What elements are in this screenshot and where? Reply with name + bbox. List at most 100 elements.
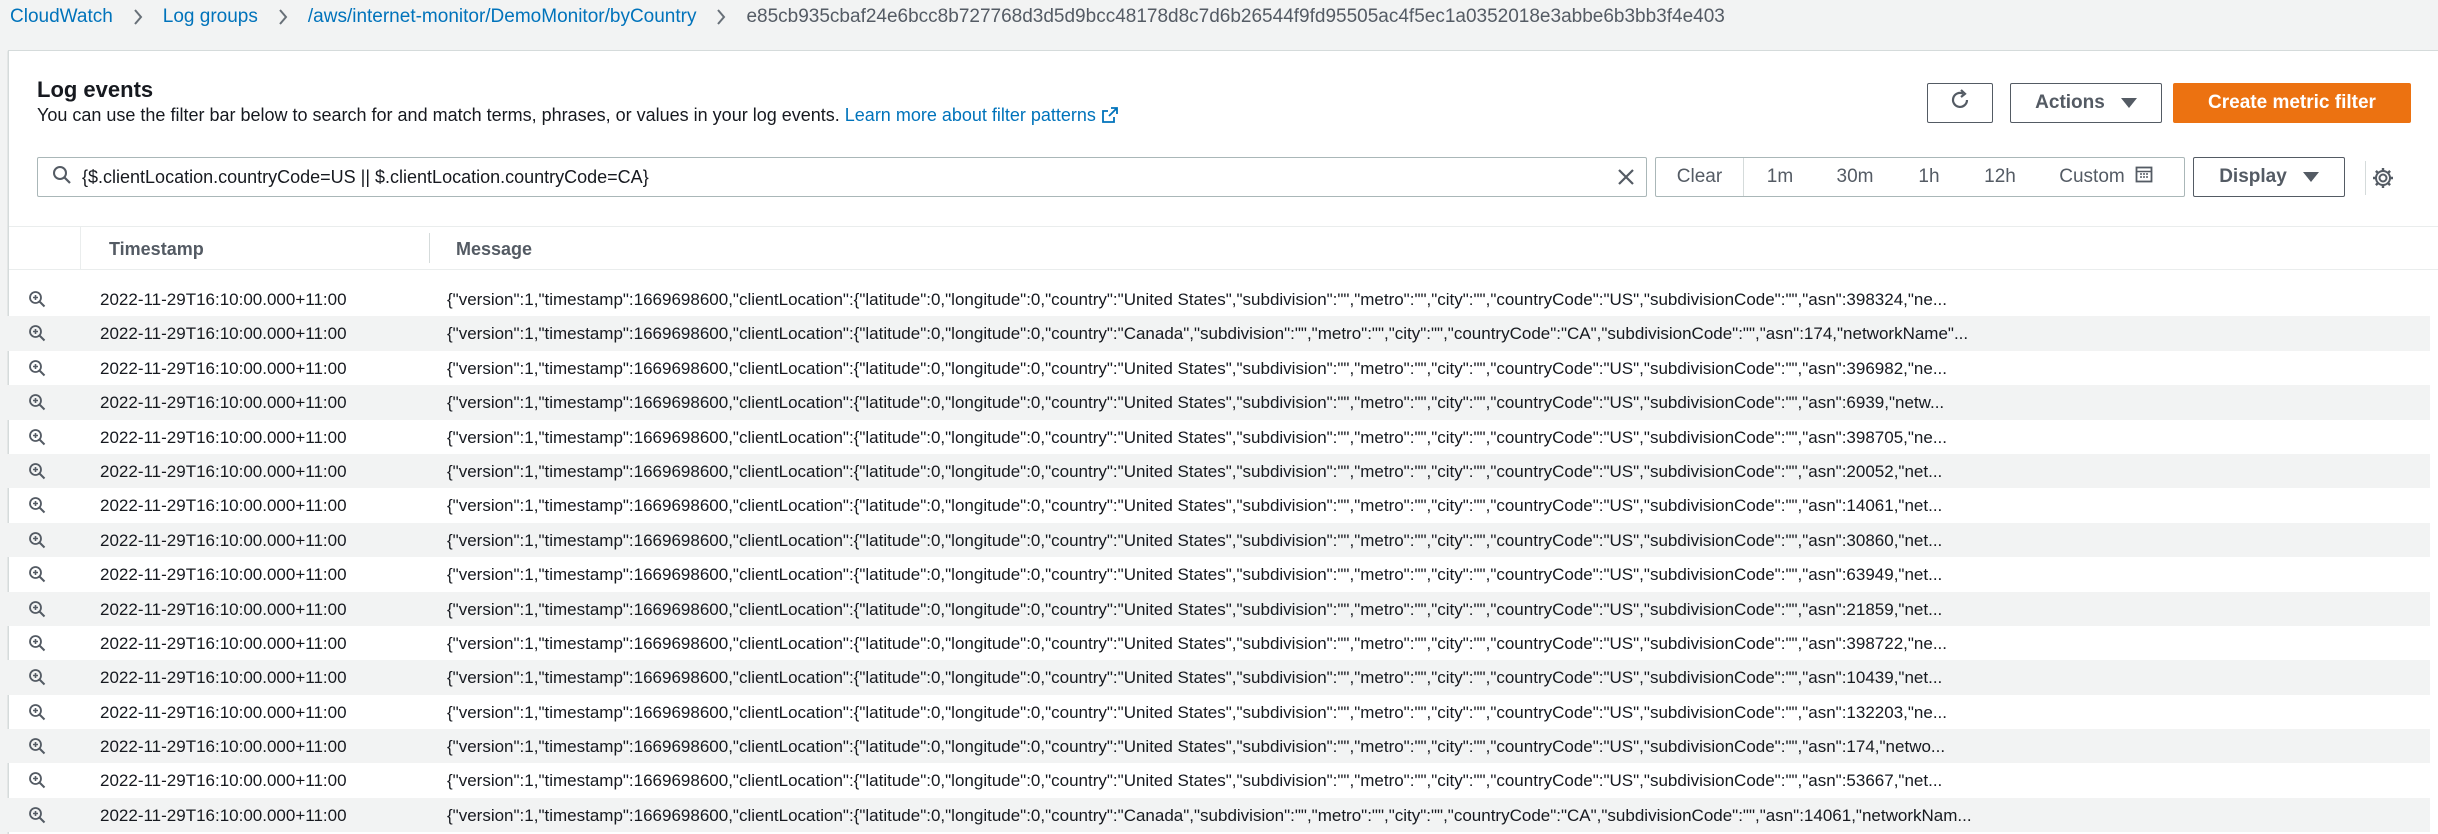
search-icon [52, 165, 72, 190]
filter-bar [37, 157, 1647, 197]
row-message: {"version":1,"timestamp":1669698600,"cli… [447, 702, 1948, 722]
table-row[interactable]: 2022-11-29T16:10:00.000+11:00 {"version":… [0, 729, 2430, 764]
table-row[interactable]: 2022-11-29T16:10:00.000+11:00 {"version":… [0, 385, 2430, 420]
expand-row-icon[interactable] [28, 324, 46, 347]
row-message: {"version":1,"timestamp":1669698600,"cli… [447, 668, 1943, 688]
row-message: {"version":1,"timestamp":1669698600,"cli… [447, 565, 1943, 585]
row-message: {"version":1,"timestamp":1669698600,"cli… [447, 771, 1943, 791]
expand-row-icon[interactable] [28, 771, 46, 794]
table-row[interactable]: 2022-11-29T16:10:00.000+11:00 {"version":… [0, 660, 2430, 695]
row-timestamp: 2022-11-29T16:10:00.000+11:00 [100, 530, 347, 550]
row-timestamp: 2022-11-29T16:10:00.000+11:00 [100, 461, 347, 481]
display-dropdown-button[interactable]: Display [2193, 157, 2345, 197]
row-message: {"version":1,"timestamp":1669698600,"cli… [447, 290, 1948, 309]
breadcrumb-log-group[interactable]: /aws/internet-monitor/DemoMonitor/byCoun… [308, 6, 697, 28]
expand-row-icon[interactable] [28, 565, 46, 588]
caret-down-icon [2120, 98, 2137, 108]
chevron-right-icon [133, 9, 143, 25]
row-message: {"version":1,"timestamp":1669698600,"cli… [447, 633, 1948, 653]
row-timestamp: 2022-11-29T16:10:00.000+11:00 [100, 702, 347, 722]
refresh-button[interactable] [1927, 83, 1993, 123]
time-range-30m[interactable]: 30m [1816, 158, 1894, 196]
time-range-1m[interactable]: 1m [1744, 158, 1816, 196]
message-column-header[interactable]: Message [456, 239, 532, 260]
breadcrumb: CloudWatch Log groups /aws/internet-moni… [0, 0, 2438, 34]
row-timestamp: 2022-11-29T16:10:00.000+11:00 [100, 358, 347, 378]
external-link-icon [1102, 107, 1118, 128]
row-message: {"version":1,"timestamp":1669698600,"cli… [447, 496, 1943, 516]
table-row[interactable]: 2022-11-29T16:10:00.000+11:00 {"version":… [0, 522, 2430, 558]
row-timestamp: 2022-11-29T16:10:00.000+11:00 [100, 771, 347, 791]
table-row[interactable]: 2022-11-29T16:10:00.000+11:00 {"version":… [0, 626, 2430, 660]
time-range-1h[interactable]: 1h [1894, 158, 1964, 196]
expand-column-header [9, 227, 81, 269]
expand-row-icon[interactable] [28, 290, 46, 313]
table-row[interactable]: 2022-11-29T16:10:00.000+11:00 {"version":… [0, 557, 2430, 591]
time-range-clear-button[interactable]: Clear [1656, 158, 1744, 196]
row-timestamp: 2022-11-29T16:10:00.000+11:00 [100, 393, 347, 413]
log-events-table-header: Timestamp Message [9, 226, 2438, 270]
expand-row-icon[interactable] [28, 668, 46, 691]
row-timestamp: 2022-11-29T16:10:00.000+11:00 [100, 427, 347, 447]
actions-label: Actions [2035, 92, 2105, 113]
expand-row-icon[interactable] [28, 393, 46, 416]
row-timestamp: 2022-11-29T16:10:00.000+11:00 [100, 496, 347, 516]
caret-down-icon [2302, 172, 2319, 182]
time-range-custom[interactable]: Custom [2036, 158, 2176, 196]
table-row[interactable]: 2022-11-29T16:10:00.000+11:00 {"version":… [0, 797, 2430, 833]
settings-gear-icon[interactable] [2365, 161, 2399, 195]
display-label: Display [2219, 166, 2287, 187]
row-message: {"version":1,"timestamp":1669698600,"cli… [447, 461, 1943, 481]
breadcrumb-log-groups[interactable]: Log groups [163, 6, 258, 28]
expand-row-icon[interactable] [28, 359, 46, 382]
clear-filter-icon[interactable] [1606, 158, 1646, 196]
row-timestamp: 2022-11-29T16:10:00.000+11:00 [100, 737, 347, 757]
timestamp-column-header[interactable]: Timestamp [109, 239, 204, 260]
row-message: {"version":1,"timestamp":1669698600,"cli… [447, 427, 1948, 447]
chevron-right-icon [278, 9, 288, 25]
row-message: {"version":1,"timestamp":1669698600,"cli… [447, 737, 1946, 757]
row-message: {"version":1,"timestamp":1669698600,"cli… [447, 599, 1943, 619]
row-timestamp: 2022-11-29T16:10:00.000+11:00 [100, 633, 347, 653]
calendar-icon [2135, 165, 2153, 189]
table-row[interactable]: 2022-11-29T16:10:00.000+11:00 {"version":… [0, 763, 2430, 797]
expand-row-icon[interactable] [28, 496, 46, 519]
expand-row-icon[interactable] [28, 462, 46, 485]
create-metric-filter-button[interactable]: Create metric filter [2173, 83, 2411, 123]
row-timestamp: 2022-11-29T16:10:00.000+11:00 [100, 290, 347, 309]
actions-dropdown-button[interactable]: Actions [2010, 83, 2162, 123]
refresh-icon [1949, 89, 1971, 117]
row-message: {"version":1,"timestamp":1669698600,"cli… [447, 324, 1969, 344]
panel-description: You can use the filter bar below to sear… [37, 105, 1118, 128]
row-timestamp: 2022-11-29T16:10:00.000+11:00 [100, 599, 347, 619]
expand-row-icon[interactable] [28, 634, 46, 657]
breadcrumb-cloudwatch[interactable]: CloudWatch [10, 6, 113, 28]
expand-row-icon[interactable] [28, 737, 46, 760]
expand-row-icon[interactable] [28, 428, 46, 451]
expand-row-icon[interactable] [28, 806, 46, 829]
chevron-right-icon [716, 9, 726, 25]
table-row[interactable]: 2022-11-29T16:10:00.000+11:00 {"version":… [0, 453, 2430, 489]
time-range-12h[interactable]: 12h [1964, 158, 2036, 196]
expand-row-icon[interactable] [28, 703, 46, 726]
table-row[interactable]: 2022-11-29T16:10:00.000+11:00 {"version":… [0, 351, 2430, 385]
table-row[interactable]: 2022-11-29T16:10:00.000+11:00 {"version":… [0, 488, 2430, 522]
row-timestamp: 2022-11-29T16:10:00.000+11:00 [100, 565, 347, 585]
learn-more-link[interactable]: Learn more about filter patterns [845, 105, 1118, 125]
row-message: {"version":1,"timestamp":1669698600,"cli… [447, 530, 1943, 550]
filter-pattern-input[interactable] [82, 166, 1606, 188]
row-timestamp: 2022-11-29T16:10:00.000+11:00 [100, 668, 347, 688]
breadcrumb-log-stream: e85cb935cbaf24e6bcc8b727768d3d5d9bcc4817… [746, 6, 1725, 27]
expand-row-icon[interactable] [28, 531, 46, 554]
table-row[interactable]: 2022-11-29T16:10:00.000+11:00 {"version":… [0, 316, 2430, 351]
table-row[interactable]: 2022-11-29T16:10:00.000+11:00 {"version":… [0, 282, 2430, 316]
panel-title: Log events [37, 77, 154, 102]
time-range-selector: Clear 1m 30m 1h 12h Custom [1655, 157, 2185, 197]
panel-description-text: You can use the filter bar below to sear… [37, 105, 840, 125]
column-divider [429, 233, 430, 263]
table-row[interactable]: 2022-11-29T16:10:00.000+11:00 {"version":… [0, 695, 2430, 729]
row-message: {"version":1,"timestamp":1669698600,"cli… [447, 805, 1972, 825]
table-row[interactable]: 2022-11-29T16:10:00.000+11:00 {"version":… [0, 420, 2430, 454]
expand-row-icon[interactable] [28, 600, 46, 623]
table-row[interactable]: 2022-11-29T16:10:00.000+11:00 {"version":… [0, 591, 2430, 626]
